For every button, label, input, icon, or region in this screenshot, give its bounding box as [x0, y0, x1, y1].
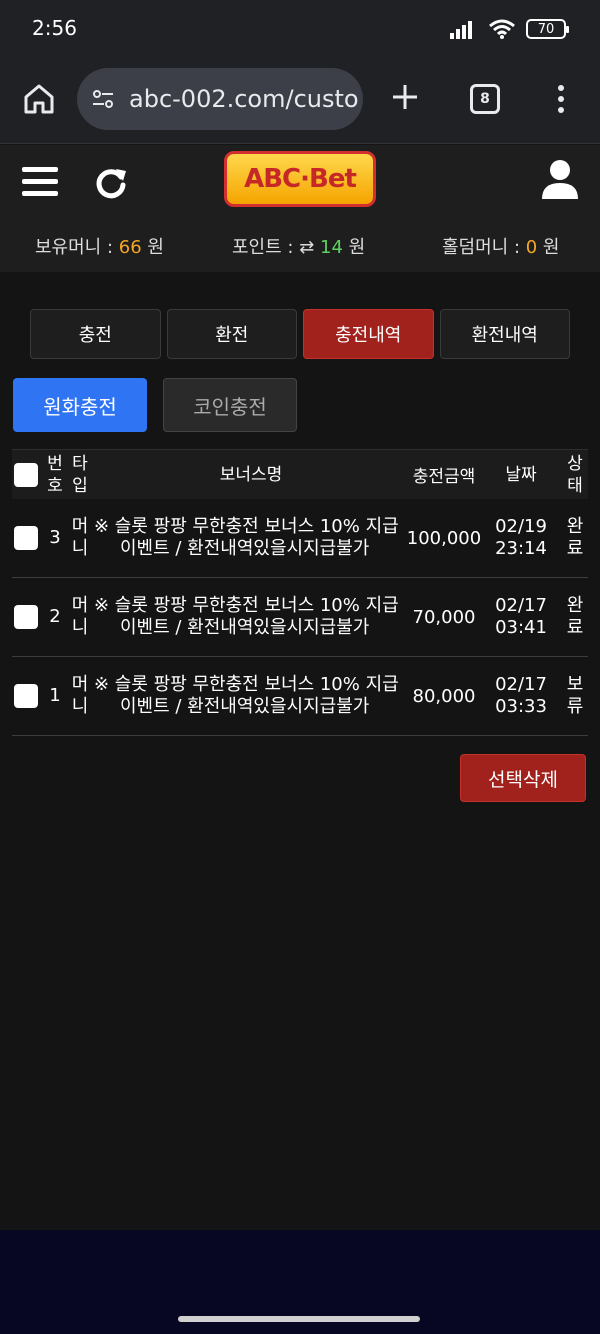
- header-status: 상태: [567, 453, 583, 496]
- row-type: 머니: [71, 516, 89, 559]
- hamburger-menu-icon[interactable]: [22, 167, 58, 199]
- delete-selected-button[interactable]: 선택삭제: [460, 754, 586, 802]
- battery-level: 70: [537, 21, 555, 37]
- site-settings-icon[interactable]: [91, 87, 115, 111]
- row-amount: 70,000: [412, 606, 476, 628]
- row-checkbox[interactable]: [14, 526, 38, 550]
- row-date: 02/19 23:14: [495, 516, 547, 559]
- header-bonus-name: 보너스명: [219, 464, 283, 485]
- row-status: 완료: [566, 595, 584, 638]
- status-icons: 70: [450, 18, 569, 40]
- status-time: 2:56: [32, 16, 77, 40]
- row-amount: 80,000: [412, 685, 476, 707]
- table-header: 번호 타입 보너스명 충전금액 날짜 상태: [12, 449, 588, 499]
- holding-money-value: 66: [118, 237, 142, 258]
- row-number: 2: [49, 606, 61, 627]
- refresh-icon[interactable]: [94, 165, 128, 199]
- row-checkbox[interactable]: [14, 684, 38, 708]
- table-row[interactable]: 1 머니 ※ 슬롯 팡팡 무한충전 보너스 10% 지급 이벤트 / 환전내역있을…: [12, 657, 588, 736]
- address-bar[interactable]: abc-002.com/custo: [77, 68, 363, 130]
- wifi-icon: [489, 19, 515, 39]
- row-checkbox[interactable]: [14, 605, 38, 629]
- balance-bar: 보유머니 : 66 원 포인트 : ⇄ 14 원 홀덤머니 : 0 원: [0, 233, 600, 263]
- row-type: 머니: [71, 595, 89, 638]
- table-row[interactable]: 2 머니 ※ 슬롯 팡팡 무한충전 보너스 10% 지급 이벤트 / 환전내역있을…: [12, 578, 588, 657]
- header-amount: 충전금액: [412, 467, 476, 487]
- status-bar: 2:56 70: [0, 0, 600, 60]
- home-icon[interactable]: [22, 82, 56, 116]
- tab-count: 8: [480, 91, 490, 107]
- browser-toolbar: abc-002.com/custo 8: [0, 60, 600, 144]
- row-type: 머니: [71, 674, 89, 717]
- row-number: 3: [49, 527, 61, 548]
- tab-withdraw-history[interactable]: 환전내역: [439, 309, 570, 359]
- table-row[interactable]: 3 머니 ※ 슬롯 팡팡 무한충전 보너스 10% 지급 이벤트 / 환전내역있을…: [12, 499, 588, 578]
- user-icon[interactable]: [540, 159, 580, 201]
- select-all-checkbox[interactable]: [14, 462, 38, 487]
- tab-withdraw[interactable]: 환전: [166, 309, 297, 359]
- history-table: 번호 타입 보너스명 충전금액 날짜 상태 3 머니 ※ 슬롯 팡팡 무한충전 …: [12, 449, 588, 736]
- sub-tabs: 원화충전 코인충전: [13, 378, 297, 432]
- new-tab-icon[interactable]: [388, 80, 422, 114]
- logo-text: ABC·Bet: [244, 164, 357, 194]
- home-indicator[interactable]: [178, 1316, 420, 1322]
- points-value: 14: [320, 237, 343, 258]
- holding-money: 보유머니 : 66 원: [35, 237, 164, 258]
- holdem-money-value: 0: [525, 237, 538, 258]
- site-logo[interactable]: ABC·Bet: [224, 151, 376, 207]
- row-bonus-name: ※ 슬롯 팡팡 무한충전 보너스 10% 지급 이벤트 / 환전내역있을시지급불가: [94, 674, 399, 717]
- row-status: 보류: [566, 674, 584, 717]
- row-status: 완료: [566, 516, 584, 559]
- subtab-krw-deposit[interactable]: 원화충전: [13, 378, 147, 432]
- header-date: 날짜: [505, 464, 537, 485]
- exchange-icon[interactable]: ⇄: [299, 237, 314, 258]
- site-header: ABC·Bet 보유머니 : 66 원 포인트 : ⇄ 14 원 홀덤머니 : …: [0, 145, 600, 272]
- row-amount: 100,000: [406, 527, 482, 549]
- tab-deposit[interactable]: 충전: [30, 309, 161, 359]
- row-bonus-name: ※ 슬롯 팡팡 무한충전 보너스 10% 지급 이벤트 / 환전내역있을시지급불가: [94, 516, 399, 559]
- row-bonus-name: ※ 슬롯 팡팡 무한충전 보너스 10% 지급 이벤트 / 환전내역있을시지급불가: [94, 595, 399, 638]
- more-menu-icon[interactable]: [552, 82, 570, 116]
- tab-deposit-history[interactable]: 충전내역: [303, 309, 434, 359]
- signal-icon: [450, 21, 472, 39]
- holdem-money: 홀덤머니 : 0 원: [442, 237, 560, 258]
- battery-icon: 70: [526, 19, 569, 39]
- row-date: 02/17 03:33: [495, 674, 547, 717]
- header-type: 타입: [72, 453, 88, 496]
- row-date: 02/17 03:41: [495, 595, 547, 638]
- header-number: 번호: [47, 453, 63, 496]
- main-tabs: 충전 환전 충전내역 환전내역: [30, 309, 570, 359]
- tab-switcher-button[interactable]: 8: [470, 84, 500, 114]
- row-number: 1: [49, 685, 61, 706]
- subtab-coin-deposit[interactable]: 코인충전: [163, 378, 297, 432]
- url-text: abc-002.com/custo: [129, 85, 359, 113]
- points: 포인트 : ⇄ 14 원: [232, 237, 366, 258]
